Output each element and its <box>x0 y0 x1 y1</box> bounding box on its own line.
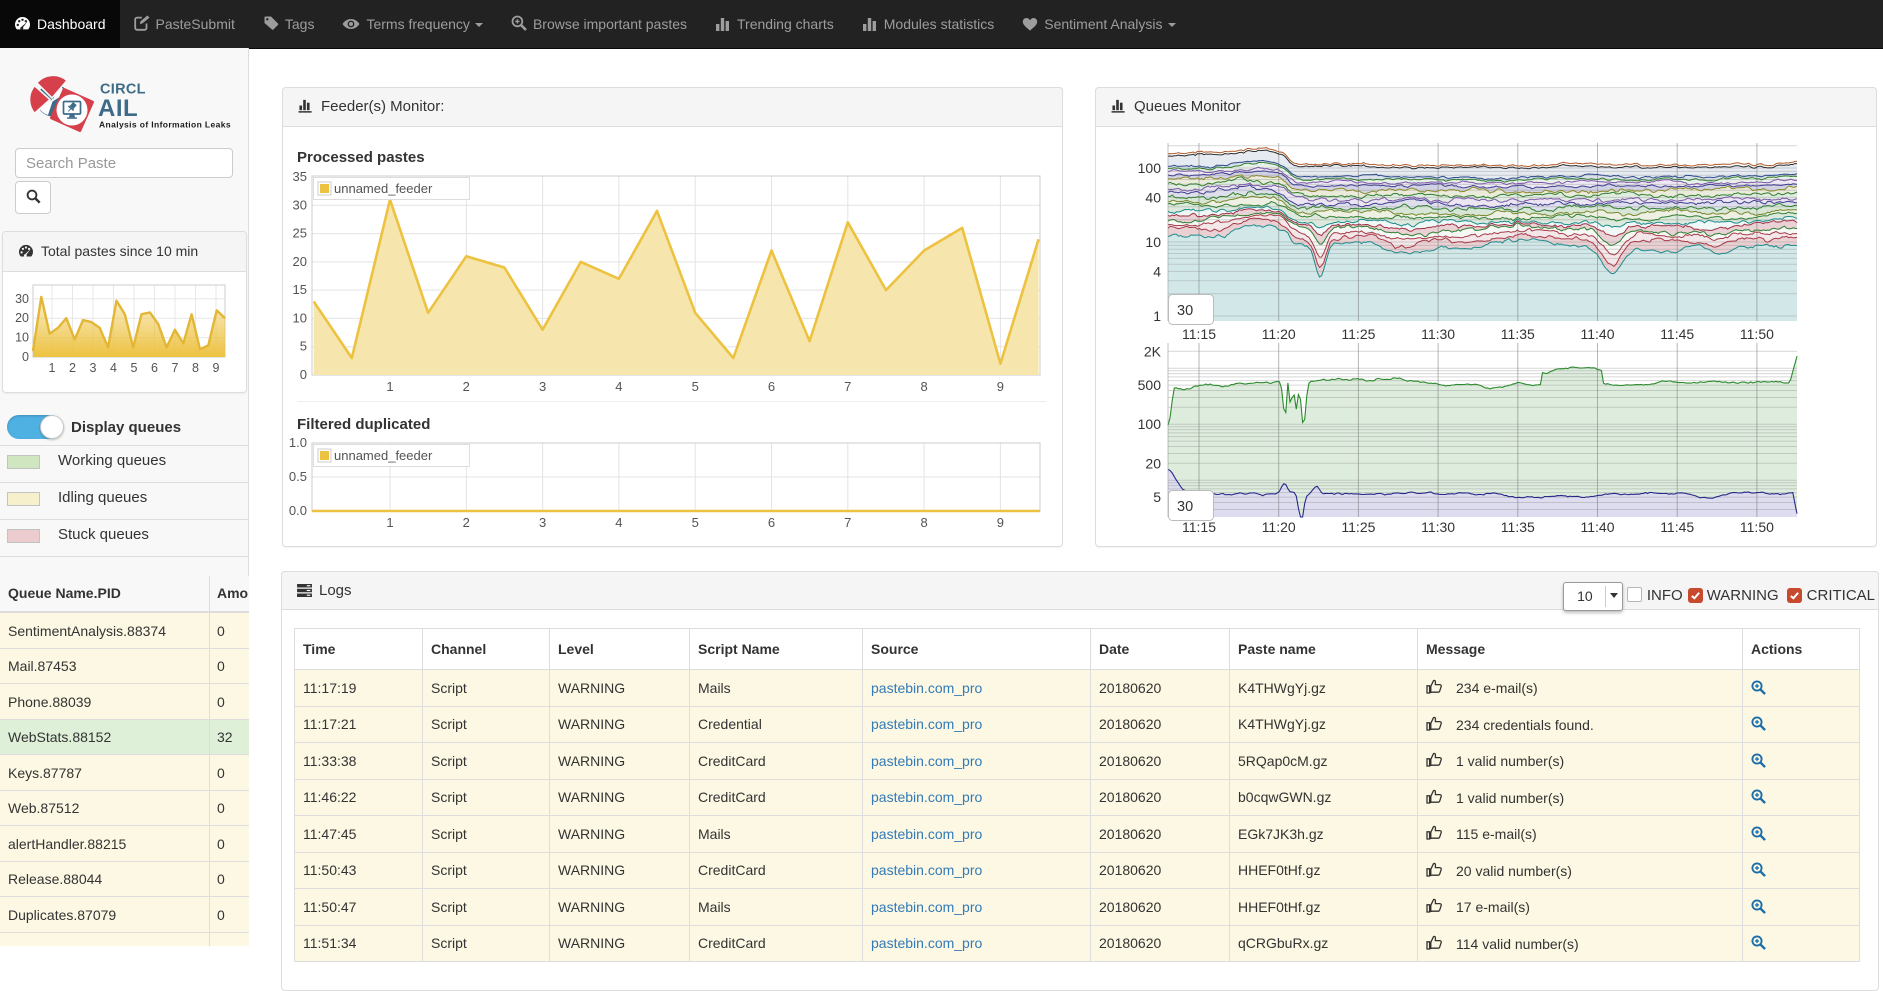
svg-text:5: 5 <box>1153 489 1161 505</box>
svg-text:2: 2 <box>463 379 470 394</box>
svg-text:1: 1 <box>386 515 393 530</box>
svg-text:11:20: 11:20 <box>1262 519 1296 535</box>
svg-text:100: 100 <box>1138 160 1162 176</box>
svg-text:11:40: 11:40 <box>1581 326 1615 342</box>
svg-text:11:15: 11:15 <box>1182 326 1216 342</box>
svg-text:20: 20 <box>1145 455 1161 471</box>
svg-text:2: 2 <box>69 361 76 375</box>
svg-text:5: 5 <box>300 339 307 354</box>
svg-text:20: 20 <box>15 311 29 325</box>
svg-text:11:30: 11:30 <box>1421 519 1455 535</box>
svg-text:5: 5 <box>692 379 699 394</box>
svg-text:11:50: 11:50 <box>1740 519 1774 535</box>
svg-text:30: 30 <box>293 197 307 212</box>
svg-text:3: 3 <box>539 379 546 394</box>
svg-text:11:45: 11:45 <box>1660 326 1694 342</box>
svg-text:5: 5 <box>131 361 138 375</box>
svg-text:8: 8 <box>920 515 927 530</box>
svg-text:10: 10 <box>1145 234 1161 250</box>
svg-text:2K: 2K <box>1144 343 1162 359</box>
svg-text:10: 10 <box>293 310 307 325</box>
svg-text:9: 9 <box>997 379 1004 394</box>
svg-text:7: 7 <box>844 515 851 530</box>
svg-text:4: 4 <box>615 515 622 530</box>
svg-text:11:20: 11:20 <box>1262 326 1296 342</box>
svg-text:8: 8 <box>920 379 927 394</box>
svg-text:11:35: 11:35 <box>1501 519 1535 535</box>
svg-text:1: 1 <box>1153 308 1161 324</box>
svg-text:unnamed_feeder: unnamed_feeder <box>334 448 433 463</box>
svg-text:30: 30 <box>1177 499 1193 515</box>
svg-text:1.0: 1.0 <box>289 435 307 450</box>
svg-text:10: 10 <box>15 331 29 345</box>
svg-text:20: 20 <box>293 254 307 269</box>
svg-text:3: 3 <box>539 515 546 530</box>
svg-text:2: 2 <box>463 515 470 530</box>
svg-text:8: 8 <box>192 361 199 375</box>
svg-text:5: 5 <box>692 515 699 530</box>
svg-text:0: 0 <box>300 367 307 382</box>
svg-text:6: 6 <box>151 361 158 375</box>
svg-text:unnamed_feeder: unnamed_feeder <box>334 181 433 196</box>
svg-text:3: 3 <box>90 361 97 375</box>
svg-text:30: 30 <box>1177 303 1193 319</box>
svg-text:25: 25 <box>293 226 307 241</box>
svg-text:AIL: AIL <box>98 95 138 122</box>
svg-text:100: 100 <box>1138 416 1162 432</box>
svg-text:6: 6 <box>768 515 775 530</box>
svg-text:7: 7 <box>844 379 851 394</box>
svg-text:4: 4 <box>110 361 117 375</box>
svg-text:11:35: 11:35 <box>1501 326 1535 342</box>
svg-text:7: 7 <box>172 361 179 375</box>
svg-text:0.5: 0.5 <box>289 469 307 484</box>
svg-text:1: 1 <box>386 379 393 394</box>
svg-text:11:30: 11:30 <box>1421 326 1455 342</box>
svg-text:4: 4 <box>1153 263 1161 279</box>
svg-text:30: 30 <box>15 292 29 306</box>
svg-text:0: 0 <box>22 350 29 364</box>
svg-text:11:25: 11:25 <box>1341 326 1375 342</box>
svg-text:0.0: 0.0 <box>289 503 307 518</box>
svg-text:9: 9 <box>213 361 220 375</box>
svg-text:15: 15 <box>293 282 307 297</box>
svg-text:11:40: 11:40 <box>1581 519 1615 535</box>
svg-text:11:45: 11:45 <box>1660 519 1694 535</box>
svg-text:40: 40 <box>1145 189 1161 205</box>
svg-text:9: 9 <box>997 515 1004 530</box>
svg-text:11:50: 11:50 <box>1740 326 1774 342</box>
svg-text:11:15: 11:15 <box>1182 519 1216 535</box>
svg-text:6: 6 <box>768 379 775 394</box>
svg-text:35: 35 <box>293 169 307 184</box>
svg-text:1: 1 <box>49 361 56 375</box>
svg-text:4: 4 <box>615 379 622 394</box>
svg-text:Analysis of Information Leaks: Analysis of Information Leaks <box>99 120 231 130</box>
svg-text:11:25: 11:25 <box>1341 519 1375 535</box>
svg-text:500: 500 <box>1138 377 1162 393</box>
